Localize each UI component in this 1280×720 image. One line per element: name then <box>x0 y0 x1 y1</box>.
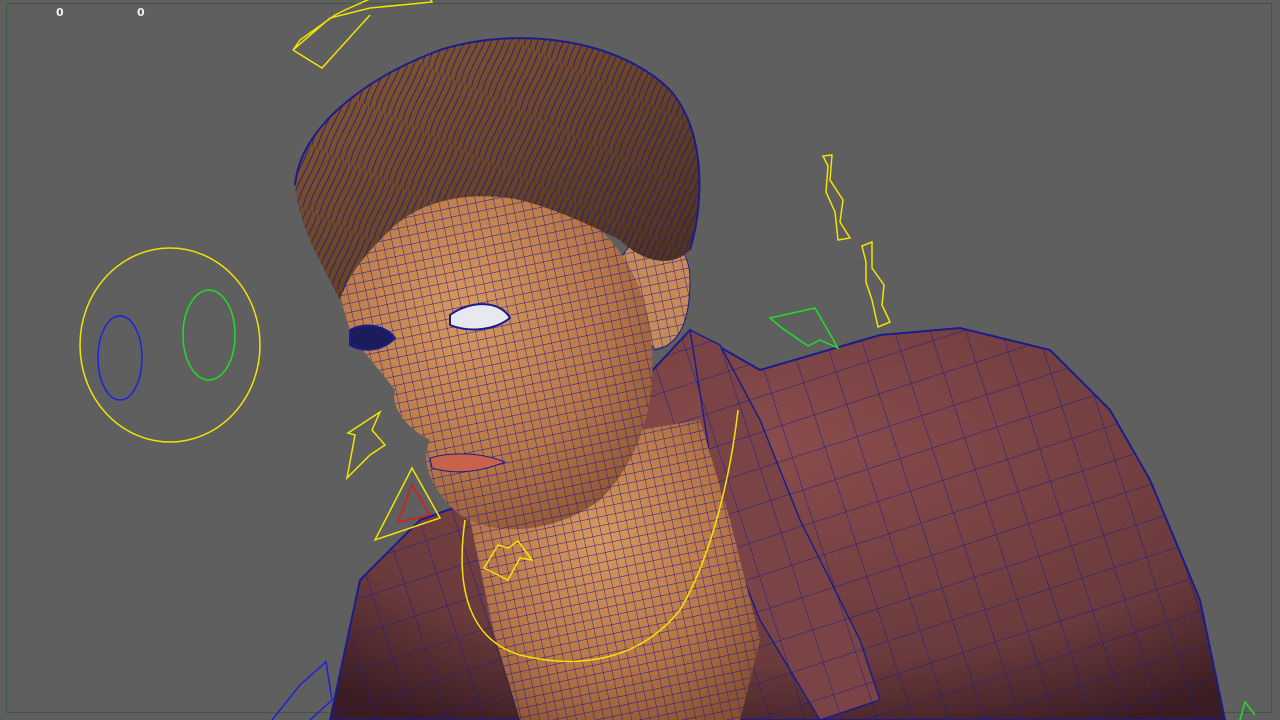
character-mesh[interactable] <box>294 37 1227 720</box>
3d-viewport[interactable]: 0 0 <box>0 0 1280 720</box>
arm-blue-control[interactable] <box>271 660 333 720</box>
right-eye-control[interactable] <box>182 289 236 381</box>
shoulder-arrow-control-1[interactable] <box>821 154 852 241</box>
hud-counter-1: 0 <box>56 6 64 19</box>
hand-green-control[interactable] <box>1239 700 1256 720</box>
hud-counter-2: 0 <box>137 6 145 19</box>
scene-canvas[interactable] <box>0 0 1280 720</box>
face-control-circle[interactable] <box>79 247 261 443</box>
jaw-arrow-control[interactable] <box>345 409 387 481</box>
left-eye-control[interactable] <box>97 315 143 401</box>
shoulder-green-control[interactable] <box>768 307 840 350</box>
head-top-control[interactable] <box>292 0 434 69</box>
shoulder-arrow-control-2[interactable] <box>861 240 892 329</box>
